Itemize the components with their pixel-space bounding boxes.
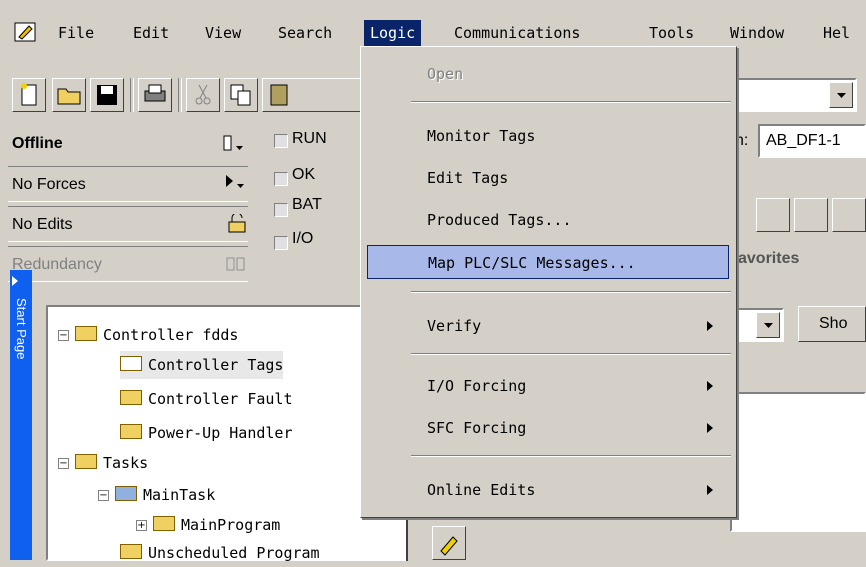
program-icon [153,516,175,531]
new-file-icon[interactable] [12,78,46,112]
folder-icon [120,390,142,405]
print-icon[interactable] [138,78,172,112]
forces-arrow-icon[interactable] [222,172,250,192]
menu-logic[interactable]: Logic [364,20,422,46]
tree-item[interactable]: − Tasks [58,449,148,477]
menu-item-monitor-tags[interactable]: Monitor Tags [367,119,729,153]
run-indicator [274,134,288,148]
start-page-label: Start Page [14,298,29,360]
task-icon [115,486,137,501]
folder-icon [120,544,142,559]
app-pencil-icon[interactable] [14,22,36,42]
folder-icon [75,454,97,469]
menu-file[interactable]: File [52,20,100,46]
menu-separator [411,291,731,293]
menu-separator [411,455,731,457]
ladder-element-button[interactable] [756,198,790,232]
collapse-icon[interactable]: − [58,458,69,469]
tree-item[interactable]: Controller Fault [120,385,293,413]
ok-indicator [274,172,288,186]
menu-item-edit-tags[interactable]: Edit Tags [367,161,729,195]
tree-item[interactable]: Power-Up Handler [120,419,293,447]
collapse-icon[interactable]: − [98,490,109,501]
lock-icon [226,212,248,234]
controller-organizer-tree[interactable]: − Controller fdds Controller Tags Control… [46,305,406,562]
start-page-tab[interactable]: Start Page [10,270,32,560]
submenu-arrow-icon [707,321,713,331]
submenu-arrow-icon [707,423,713,433]
paste-icon[interactable] [262,78,362,112]
tags-pencil-icon [120,356,142,371]
path-field[interactable]: AB_DF1-1 [758,124,866,158]
menu-help[interactable]: Hel [817,20,856,46]
chevron-down-icon[interactable] [829,82,853,108]
favorites-tab[interactable]: avorites [738,244,866,274]
tag-grid[interactable] [730,392,866,532]
menu-separator [411,101,731,103]
path-dropdown[interactable] [737,78,857,112]
menu-item-open: Open [427,65,464,83]
menu-item-sfc-forcing[interactable]: SFC Forcing [367,411,729,445]
menu-search[interactable]: Search [272,20,338,46]
copy-icon[interactable] [224,78,258,112]
forces-status: No Forces [8,166,248,202]
menu-window[interactable]: Window [724,20,790,46]
expand-arrow-icon[interactable] [12,276,18,286]
tree-item[interactable]: − MainTask [98,481,215,509]
bat-indicator [274,203,288,217]
submenu-arrow-icon [707,485,713,495]
menu-tools[interactable]: Tools [643,20,700,46]
menu-item-io-forcing[interactable]: I/O Forcing [367,369,729,403]
toolbar-separator [178,78,182,112]
logic-menu: Open Monitor Tags Edit Tags Produced Tag… [360,46,737,518]
expand-icon[interactable]: + [136,520,147,531]
save-icon[interactable] [90,78,124,112]
menu-item-verify[interactable]: Verify [367,309,729,343]
redundancy-icon [224,254,248,274]
menu-item-map-plc-slc[interactable]: Map PLC/SLC Messages... [367,245,729,279]
io-label: I/O [292,230,314,247]
ladder-rung-button[interactable] [832,198,866,232]
menu-edit[interactable]: Edit [127,20,175,46]
submenu-arrow-icon [707,381,713,391]
tree-item[interactable]: Controller Tags [120,351,284,379]
folder-icon [75,326,97,341]
show-button[interactable]: Sho [798,306,866,342]
menu-communications[interactable]: Communications [448,20,586,46]
cut-icon [186,78,220,112]
tree-item[interactable]: + MainProgram [136,511,280,539]
controller-mode: Offline [12,135,63,152]
ladder-branch-button[interactable] [794,198,828,232]
menu-item-produced-tags[interactable]: Produced Tags... [367,203,729,237]
collapse-icon[interactable]: − [58,330,69,341]
folder-icon [120,424,142,439]
menu-separator [411,353,731,355]
tree-item[interactable]: − Controller fdds [58,321,238,349]
menu-view[interactable]: View [199,20,247,46]
io-indicator [274,236,288,250]
redundancy-status: Redundancy [8,246,248,282]
ok-label: OK [292,166,316,183]
menu-item-online-edits[interactable]: Online Edits [367,473,729,507]
tree-item[interactable]: Unscheduled Program [120,539,320,567]
path-label: n: [735,132,749,149]
open-folder-icon[interactable] [52,78,86,112]
edits-status: No Edits [8,206,248,242]
toolbar-separator [130,78,134,112]
mode-dropdown-icon[interactable] [222,134,250,154]
bat-label: BAT [292,196,322,213]
run-label: RUN [292,130,327,147]
chevron-down-icon[interactable] [756,312,780,338]
edit-pencil-icon[interactable] [432,526,466,560]
